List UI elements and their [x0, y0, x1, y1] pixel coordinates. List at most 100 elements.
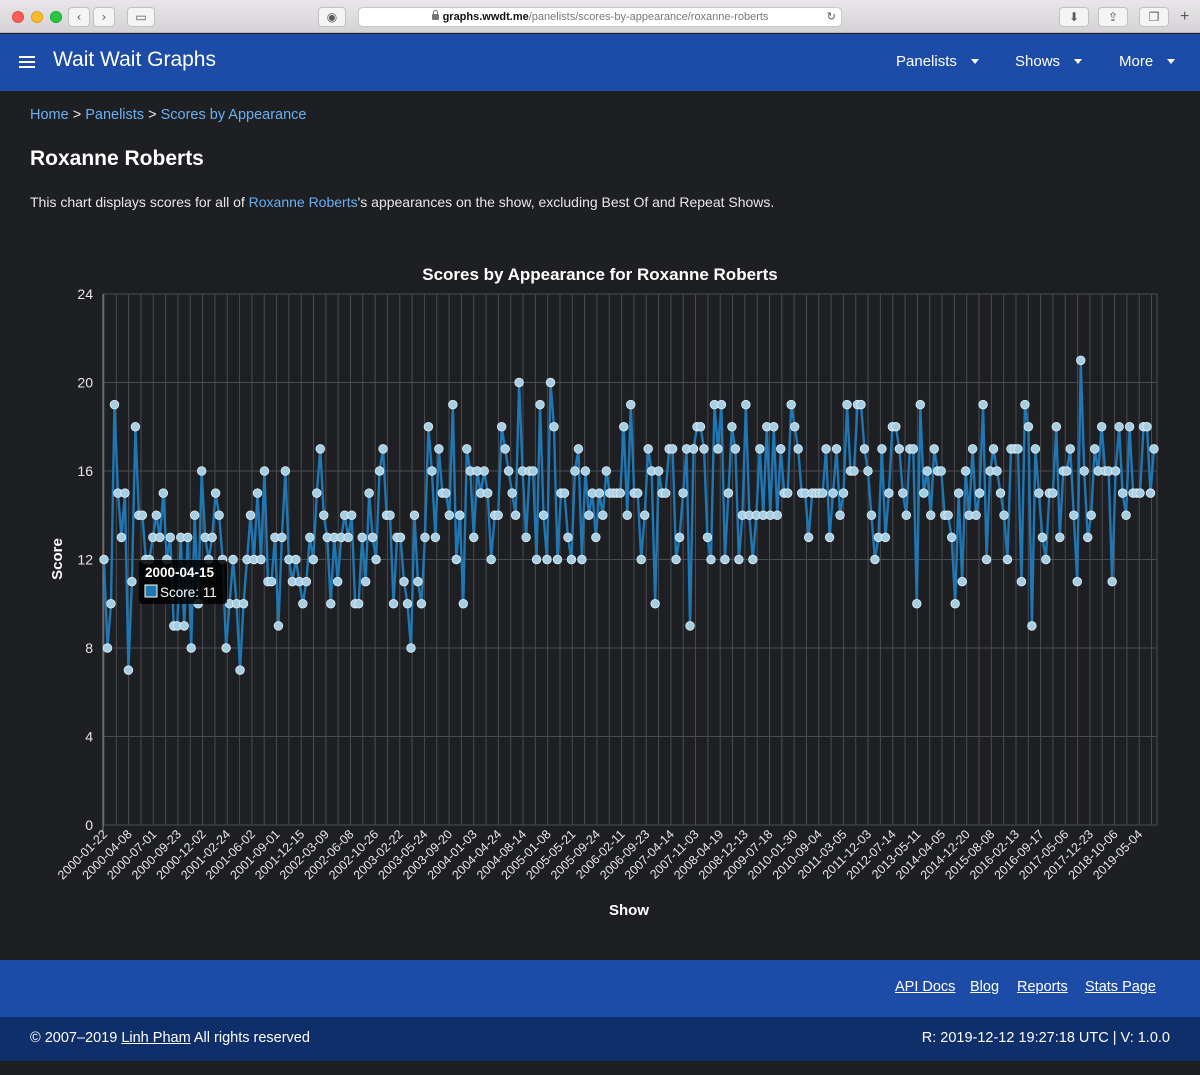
data-point[interactable] [894, 444, 905, 454]
data-point[interactable] [908, 444, 919, 454]
data-point[interactable] [102, 643, 113, 653]
data-point[interactable] [1002, 554, 1013, 565]
data-point[interactable] [594, 488, 605, 498]
data-point[interactable] [413, 576, 423, 587]
data-point[interactable] [601, 466, 612, 476]
data-point[interactable] [130, 422, 141, 432]
data-point[interactable] [256, 554, 266, 565]
data-point[interactable] [591, 532, 601, 543]
data-point[interactable] [633, 488, 643, 498]
data-point[interactable] [957, 576, 967, 587]
data-point[interactable] [699, 444, 709, 454]
data-point[interactable] [333, 576, 343, 587]
data-point[interactable] [441, 488, 451, 498]
data-point[interactable] [598, 510, 608, 520]
data-point[interactable] [880, 532, 891, 543]
data-point[interactable] [343, 532, 353, 543]
data-point[interactable] [974, 488, 985, 498]
data-point[interactable] [545, 377, 556, 388]
data-point[interactable] [1110, 466, 1121, 476]
data-point[interactable] [364, 488, 374, 498]
data-point[interactable] [542, 554, 552, 565]
data-point[interactable] [1037, 532, 1048, 543]
data-point[interactable] [1041, 554, 1051, 565]
share-button[interactable]: ⇪ [1098, 7, 1128, 27]
data-point[interactable] [755, 444, 765, 454]
data-point[interactable] [1065, 444, 1075, 454]
data-point[interactable] [1069, 510, 1079, 520]
scores-chart[interactable]: Scores by Appearance for Roxanne Roberts… [0, 250, 1200, 930]
data-point[interactable] [793, 444, 803, 454]
footer-link-stats[interactable]: Stats Page [1085, 979, 1156, 995]
data-point[interactable] [817, 488, 828, 498]
data-point[interactable] [915, 399, 925, 410]
data-point[interactable] [971, 510, 981, 520]
panelist-link[interactable]: Roxanne Roberts [249, 194, 358, 210]
data-point[interactable] [619, 422, 629, 432]
data-point[interactable] [1089, 444, 1100, 454]
data-point[interactable] [573, 444, 584, 454]
data-point[interactable] [584, 510, 594, 520]
data-point[interactable] [346, 510, 357, 520]
data-point[interactable] [563, 532, 573, 543]
data-point[interactable] [123, 665, 134, 675]
data-point[interactable] [922, 466, 932, 476]
data-point[interactable] [151, 510, 162, 520]
data-point[interactable] [158, 488, 169, 498]
data-point[interactable] [988, 444, 999, 454]
data-point[interactable] [727, 422, 737, 432]
data-point[interactable] [992, 466, 1002, 476]
data-point[interactable] [451, 554, 462, 565]
data-point[interactable] [374, 466, 385, 476]
data-point[interactable] [196, 466, 207, 476]
data-point[interactable] [1048, 488, 1058, 498]
data-point[interactable] [960, 466, 971, 476]
data-point[interactable] [207, 532, 217, 543]
data-point[interactable] [1020, 399, 1030, 410]
data-point[interactable] [1142, 422, 1152, 432]
data-point[interactable] [688, 444, 699, 454]
data-point[interactable] [291, 554, 301, 565]
data-point[interactable] [783, 488, 793, 498]
data-point[interactable] [734, 554, 744, 565]
data-point[interactable] [371, 554, 381, 565]
reload-icon[interactable]: ↻ [827, 8, 836, 26]
data-point[interactable] [838, 488, 849, 498]
zoom-window-button[interactable] [50, 11, 62, 23]
data-point[interactable] [538, 510, 549, 520]
data-point[interactable] [835, 510, 845, 520]
close-window-button[interactable] [12, 11, 24, 23]
data-point[interactable] [455, 510, 465, 520]
data-point[interactable] [1076, 355, 1086, 366]
data-point[interactable] [622, 510, 632, 520]
footer-link-reports[interactable]: Reports [1017, 979, 1068, 995]
data-point[interactable] [1023, 422, 1034, 432]
data-point[interactable] [769, 422, 779, 432]
data-point[interactable] [1079, 466, 1089, 476]
data-point[interactable] [273, 621, 284, 631]
data-point[interactable] [434, 444, 444, 454]
data-point[interactable] [1016, 576, 1027, 587]
data-point[interactable] [859, 444, 870, 454]
data-point[interactable] [824, 532, 835, 543]
data-point[interactable] [1124, 422, 1135, 432]
data-point[interactable] [252, 488, 263, 498]
data-point[interactable] [228, 554, 238, 565]
data-point[interactable] [500, 444, 510, 454]
data-point[interactable] [653, 466, 664, 476]
data-point[interactable] [277, 532, 287, 543]
data-point[interactable] [1145, 488, 1156, 498]
data-point[interactable] [999, 510, 1009, 520]
data-point[interactable] [127, 576, 137, 587]
data-point[interactable] [183, 532, 193, 543]
data-point[interactable] [179, 621, 189, 631]
data-point[interactable] [1062, 466, 1072, 476]
data-point[interactable] [120, 488, 130, 498]
author-link[interactable]: Linh Pham [121, 1030, 190, 1046]
data-point[interactable] [312, 488, 322, 498]
data-point[interactable] [919, 488, 929, 498]
nav-panelists[interactable]: Panelists [896, 53, 979, 70]
data-point[interactable] [685, 621, 695, 631]
data-point[interactable] [479, 466, 489, 476]
data-point[interactable] [448, 399, 458, 410]
